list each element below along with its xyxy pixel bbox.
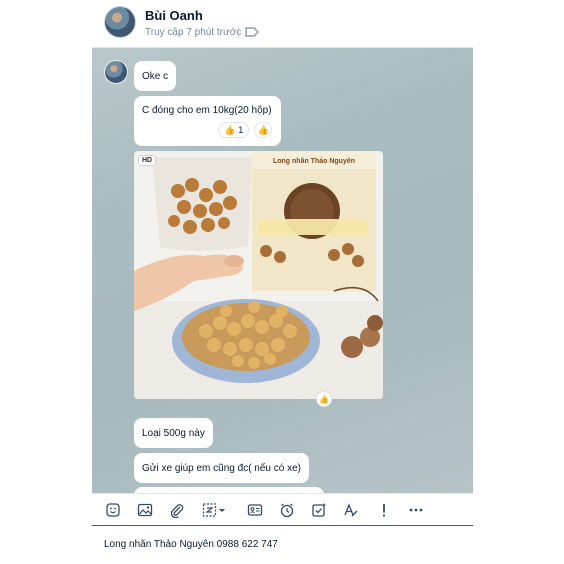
message-bubble[interactable]: Gửi xe giúp em cũng đc( nếu có xe) bbox=[134, 453, 309, 483]
image-message[interactable]: Long nhãn Thảo Nguyên HD bbox=[134, 151, 383, 399]
react-button[interactable]: 👍 bbox=[254, 122, 273, 138]
message-text: Loại 500g này bbox=[142, 427, 205, 439]
sender-avatar[interactable] bbox=[104, 60, 128, 84]
reaction-count: 1 bbox=[238, 125, 244, 135]
important-icon[interactable] bbox=[368, 494, 399, 526]
react-button[interactable]: 👍 bbox=[316, 391, 332, 407]
attachment-icon[interactable] bbox=[161, 494, 192, 526]
message-text: Gửi xe giúp em cũng đc( nếu có xe) bbox=[142, 462, 301, 474]
more-icon[interactable] bbox=[400, 494, 431, 526]
screenshot-icon[interactable] bbox=[196, 494, 232, 526]
image-icon[interactable] bbox=[129, 494, 160, 526]
thumbs-up-icon: 👍 bbox=[224, 124, 236, 135]
message-input[interactable]: Long nhãn Thảo Nguyên 0988 622 747 bbox=[92, 525, 473, 564]
message-bubble[interactable]: C đóng cho em 10kg(20 hộp) 👍 1 👍 bbox=[134, 96, 281, 146]
tag-icon[interactable] bbox=[245, 26, 259, 38]
message-input-value: Long nhãn Thảo Nguyên 0988 622 747 bbox=[104, 539, 278, 550]
message-text: C đóng cho em 10kg(20 hộp) bbox=[142, 105, 272, 116]
contact-avatar[interactable] bbox=[104, 6, 136, 38]
message-list[interactable]: Oke c C đóng cho em 10kg(20 hộp) 👍 1 👍 L… bbox=[92, 48, 473, 493]
format-icon[interactable] bbox=[335, 494, 366, 526]
reminder-icon[interactable] bbox=[271, 494, 302, 526]
message-bubble[interactable]: Oke c bbox=[134, 61, 177, 91]
hd-badge: HD bbox=[138, 155, 157, 166]
message-text: Oke c bbox=[142, 70, 169, 82]
sticker-icon[interactable] bbox=[97, 494, 128, 526]
task-icon[interactable] bbox=[303, 494, 334, 526]
reaction-bar: 👍 1 👍 bbox=[218, 122, 273, 138]
message-bubble[interactable]: Loại 500g này bbox=[134, 418, 213, 448]
chat-header: Bùi Oanh Truy cập 7 phút trước bbox=[92, 0, 473, 48]
thumbs-up-icon: 👍 bbox=[257, 124, 269, 135]
header-divider bbox=[238, 27, 239, 38]
composer-toolbar bbox=[92, 493, 473, 525]
chat-window: Bùi Oanh Truy cập 7 phút trước Oke c C đ… bbox=[92, 0, 473, 564]
last-seen-status: Truy cập 7 phút trước bbox=[145, 27, 242, 38]
contact-card-icon[interactable] bbox=[239, 494, 270, 526]
contact-name[interactable]: Bùi Oanh bbox=[145, 8, 203, 23]
product-label: Long nhãn Thảo Nguyên bbox=[273, 158, 355, 165]
product-photo: Long nhãn Thảo Nguyên bbox=[134, 151, 383, 399]
reaction-count-pill[interactable]: 👍 1 bbox=[218, 122, 250, 138]
thumbs-up-icon: 👍 bbox=[319, 394, 329, 404]
